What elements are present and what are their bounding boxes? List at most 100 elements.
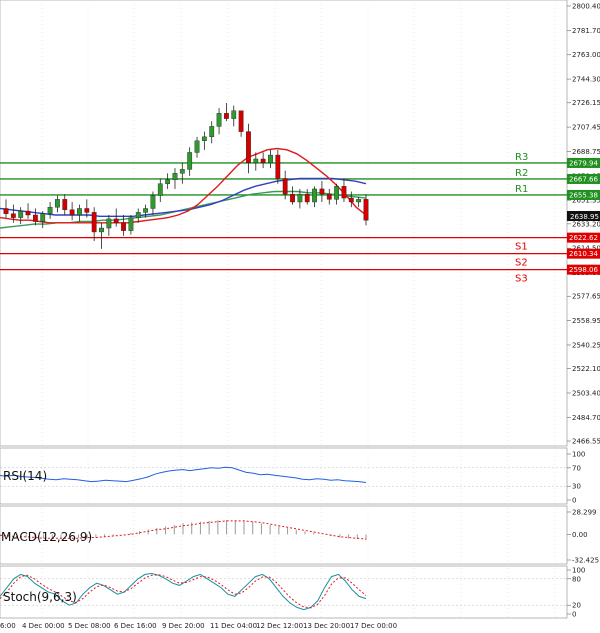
candle-body — [319, 188, 325, 195]
level-value-r3: 2679.94 — [569, 159, 598, 167]
time-tick-label: 6:00 — [0, 622, 16, 630]
rsi-tick-label: 0 — [572, 497, 576, 505]
candle-body — [348, 197, 354, 203]
macd-label: MACD(12,26,9) — [1, 530, 92, 544]
candle-body — [84, 208, 90, 213]
candle-body — [194, 140, 200, 153]
candle-body — [32, 214, 38, 222]
level-value-s2: 2610.34 — [569, 250, 598, 258]
level-label-r2: R2 — [515, 168, 528, 179]
price-axis: 2800.40 2781.70 2763.00 2744.30 2726.15 2707.… — [567, 3, 600, 446]
stoch-tick-label: 80 — [572, 575, 581, 583]
candle-body — [216, 113, 222, 127]
candle-body — [356, 199, 362, 203]
time-tick-label: 9 Dec 20:00 — [162, 622, 205, 630]
candle-body — [238, 110, 244, 132]
level-value-s1: 2622.62 — [569, 234, 598, 242]
price-tick-label: 2800.40 — [572, 3, 600, 11]
candle-body — [157, 183, 163, 196]
candle-body — [268, 154, 273, 164]
candle-body — [165, 179, 171, 184]
candle-body — [201, 136, 207, 141]
price-tick-label: 2633.20 — [572, 220, 600, 228]
candle-body — [231, 110, 237, 119]
candle-body — [91, 212, 97, 233]
candle-body — [187, 152, 193, 170]
stoch-label: Stoch(9,6,3) — [3, 590, 77, 604]
candle-body — [150, 195, 156, 209]
candle-body — [179, 169, 185, 174]
candle-body — [135, 212, 141, 218]
candle-body — [297, 193, 303, 203]
candle-body — [128, 217, 134, 231]
level-label-s2: S2 — [515, 258, 528, 269]
current-price: 2638.95 — [570, 213, 599, 221]
candle-body — [25, 210, 31, 216]
time-tick-label: 11 Dec 04:00 — [210, 622, 257, 630]
candle-body — [341, 186, 347, 199]
time-tick-label: 5 Dec 08:00 — [68, 622, 111, 630]
candle-body — [10, 213, 16, 218]
price-tick-label: 2577.65 — [572, 293, 600, 301]
rsi-label: RSI(14) — [3, 469, 47, 483]
price-tick-label: 2707.45 — [572, 124, 600, 132]
time-tick-label: 4 Dec 00:00 — [22, 622, 65, 630]
candle-body — [143, 208, 148, 213]
candle-body — [47, 206, 53, 214]
candle-body — [3, 208, 9, 214]
candle-body — [40, 213, 46, 222]
price-tick-label: 2726.15 — [572, 99, 600, 107]
price-tick-label: 2466.55 — [572, 438, 600, 446]
macd-tick-label: 28.299 — [572, 509, 597, 517]
candle-body — [253, 158, 259, 164]
candle-body — [106, 218, 112, 229]
rsi-tick-label: 100 — [572, 451, 585, 459]
macd-tick-label: 0.00 — [572, 531, 588, 539]
stoch-tick-label: 0 — [572, 611, 576, 619]
level-value-s3: 2598.06 — [569, 266, 598, 274]
candle-body — [99, 227, 104, 233]
candle-body — [260, 158, 266, 164]
candle-body — [69, 209, 75, 216]
candle-body — [18, 210, 24, 218]
stoch-tick-label: 100 — [572, 567, 585, 575]
price-tick-label: 2522.10 — [572, 365, 600, 373]
macd-tick-label: -32.425 — [572, 557, 599, 565]
candle-body — [363, 199, 369, 221]
rsi-tick-label: 30 — [572, 483, 581, 491]
candle-body — [55, 199, 60, 208]
price-tick-label: 2503.40 — [572, 389, 600, 397]
trading-chart[interactable]: 2800.40 2781.70 2763.00 2744.30 2726.15 2707.… — [0, 0, 600, 633]
level-label-r1: R1 — [515, 184, 528, 195]
candle-body — [246, 131, 251, 164]
candle-body — [334, 186, 340, 200]
candle-body — [304, 193, 310, 203]
level-value-r2: 2667.66 — [569, 175, 598, 183]
price-tick-label: 2744.30 — [572, 76, 600, 84]
stoch-tick-label: 20 — [572, 602, 581, 610]
candle-body — [121, 222, 126, 231]
price-tick-label: 2763.00 — [572, 51, 600, 59]
candle-body — [209, 126, 215, 138]
price-tick-label: 2688.75 — [572, 148, 600, 156]
price-tick-label: 2484.70 — [572, 414, 600, 422]
candle-body — [312, 188, 317, 203]
candle-body — [113, 218, 119, 224]
price-tick-label: 2781.70 — [572, 27, 600, 35]
price-tick-label: 2558.95 — [572, 317, 600, 325]
candle-body — [77, 208, 82, 216]
candle-body — [275, 154, 281, 179]
time-tick-label: 6 Dec 16:00 — [114, 622, 157, 630]
rsi-tick-label: 70 — [572, 464, 581, 472]
candle-body — [62, 199, 68, 210]
level-value-r1: 2655.38 — [569, 191, 598, 199]
level-label-s1: S1 — [515, 242, 528, 253]
price-tick-label: 2540.25 — [572, 341, 600, 349]
time-tick-label: 12 Dec 12:00 — [256, 622, 303, 630]
time-tick-label: 17 Dec 00:00 — [350, 622, 397, 630]
candle-body — [172, 173, 178, 181]
candle-body — [290, 193, 295, 203]
candle-body — [326, 193, 332, 200]
level-label-r3: R3 — [515, 152, 528, 163]
candle-body — [282, 178, 288, 195]
